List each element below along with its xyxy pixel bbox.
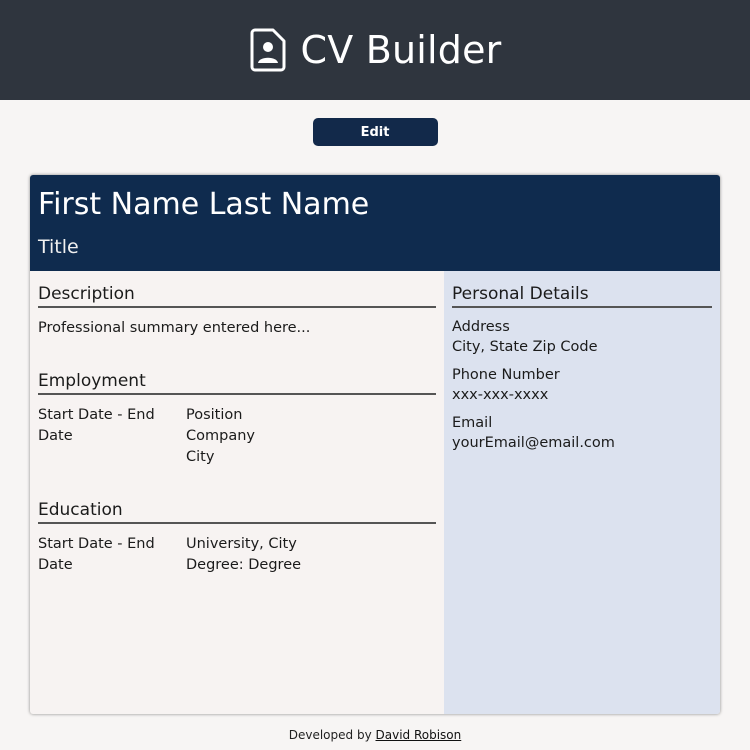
description-section: Description Professional summary entered… <box>38 283 436 339</box>
employment-details: Position Company City <box>186 405 255 468</box>
education-dates: Start Date - End Date <box>38 536 155 573</box>
education-degree: Degree: Degree <box>186 557 302 573</box>
app-header: CV Builder <box>0 0 750 100</box>
edit-button[interactable]: Edit <box>312 118 438 146</box>
education-entry: Start Date - End Date University, City D… <box>38 534 436 576</box>
description-heading: Description <box>38 283 436 308</box>
phone-value: xxx-xxx-xxxx <box>452 387 549 403</box>
cv-main-column: Description Professional summary entered… <box>30 271 444 714</box>
education-heading: Education <box>38 499 436 524</box>
email-value: yourEmail@email.com <box>452 435 615 451</box>
description-text: Professional summary entered here... <box>38 320 311 336</box>
cv-header: First Name Last Name Title <box>30 175 720 271</box>
education-details: University, City Degree: Degree <box>186 534 301 576</box>
toolbar: Edit <box>0 118 750 146</box>
cv-title: Title <box>38 236 79 258</box>
app-title: CV Builder <box>300 28 502 72</box>
file-person-icon <box>249 27 287 73</box>
cv-name: First Name Last Name <box>38 187 370 222</box>
address-label: Address <box>452 319 510 335</box>
phone-label: Phone Number <box>452 367 560 383</box>
education-university: University, City <box>186 536 297 552</box>
address-value: City, State Zip Code <box>452 339 598 355</box>
employment-dates: Start Date - End Date <box>38 407 155 444</box>
cv-personal-details: Personal Details Address City, State Zip… <box>444 271 720 714</box>
cv-preview: First Name Last Name Title Description P… <box>30 175 720 714</box>
personal-details-heading: Personal Details <box>452 283 712 308</box>
education-section: Education Start Date - End Date Universi… <box>38 499 436 576</box>
employment-position: Position <box>186 407 243 423</box>
footer-prefix: Developed by <box>288 728 372 742</box>
employment-heading: Employment <box>38 370 436 395</box>
employment-entry: Start Date - End Date Position Company C… <box>38 405 436 468</box>
employment-company: Company <box>186 428 255 444</box>
author-link[interactable]: David Robison <box>376 728 462 742</box>
employment-section: Employment Start Date - End Date Positio… <box>38 370 436 468</box>
cv-body: Description Professional summary entered… <box>30 271 720 714</box>
email-label: Email <box>452 415 493 431</box>
employment-city: City <box>186 449 215 465</box>
footer: Developed by David Robison <box>0 728 750 742</box>
